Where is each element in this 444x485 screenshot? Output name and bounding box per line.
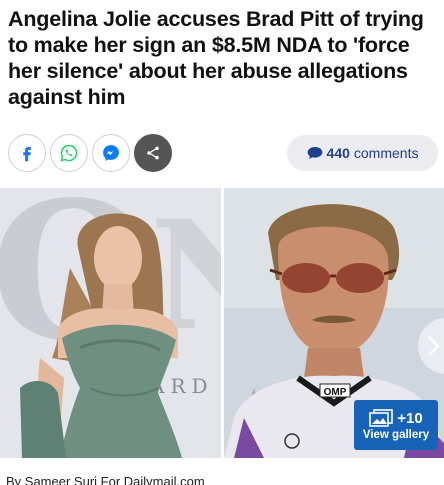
facebook-icon bbox=[23, 147, 31, 162]
share-bar: 440 comments bbox=[8, 134, 438, 172]
angelina-jolie-photo[interactable]: O N ARD bbox=[0, 188, 221, 458]
gallery-count: +10 bbox=[397, 409, 423, 427]
comment-bubble-icon bbox=[307, 147, 322, 159]
comments-button[interactable]: 440 comments bbox=[287, 135, 438, 171]
messenger-icon bbox=[103, 145, 119, 161]
more-share-button[interactable] bbox=[134, 134, 172, 172]
article-byline: By Sameer Suri For Dailymail.com bbox=[6, 474, 205, 485]
share-icon bbox=[147, 146, 159, 160]
comments-label: comments bbox=[353, 145, 419, 161]
gallery-icon bbox=[369, 409, 394, 427]
whatsapp-share-button[interactable] bbox=[50, 134, 88, 172]
gallery-label: View gallery bbox=[362, 429, 430, 441]
angelina-jolie-illustration: O N ARD bbox=[0, 188, 221, 458]
view-gallery-button[interactable]: +10 View gallery bbox=[354, 400, 438, 450]
facebook-share-button[interactable] bbox=[8, 134, 46, 172]
chevron-right-icon bbox=[428, 336, 440, 356]
messenger-share-button[interactable] bbox=[92, 134, 130, 172]
comments-count: 440 bbox=[326, 145, 350, 161]
suit-patch-text: OMP bbox=[324, 387, 347, 398]
article-headline: Angelina Jolie accuses Brad Pitt of tryi… bbox=[8, 7, 424, 109]
whatsapp-icon bbox=[60, 144, 78, 162]
